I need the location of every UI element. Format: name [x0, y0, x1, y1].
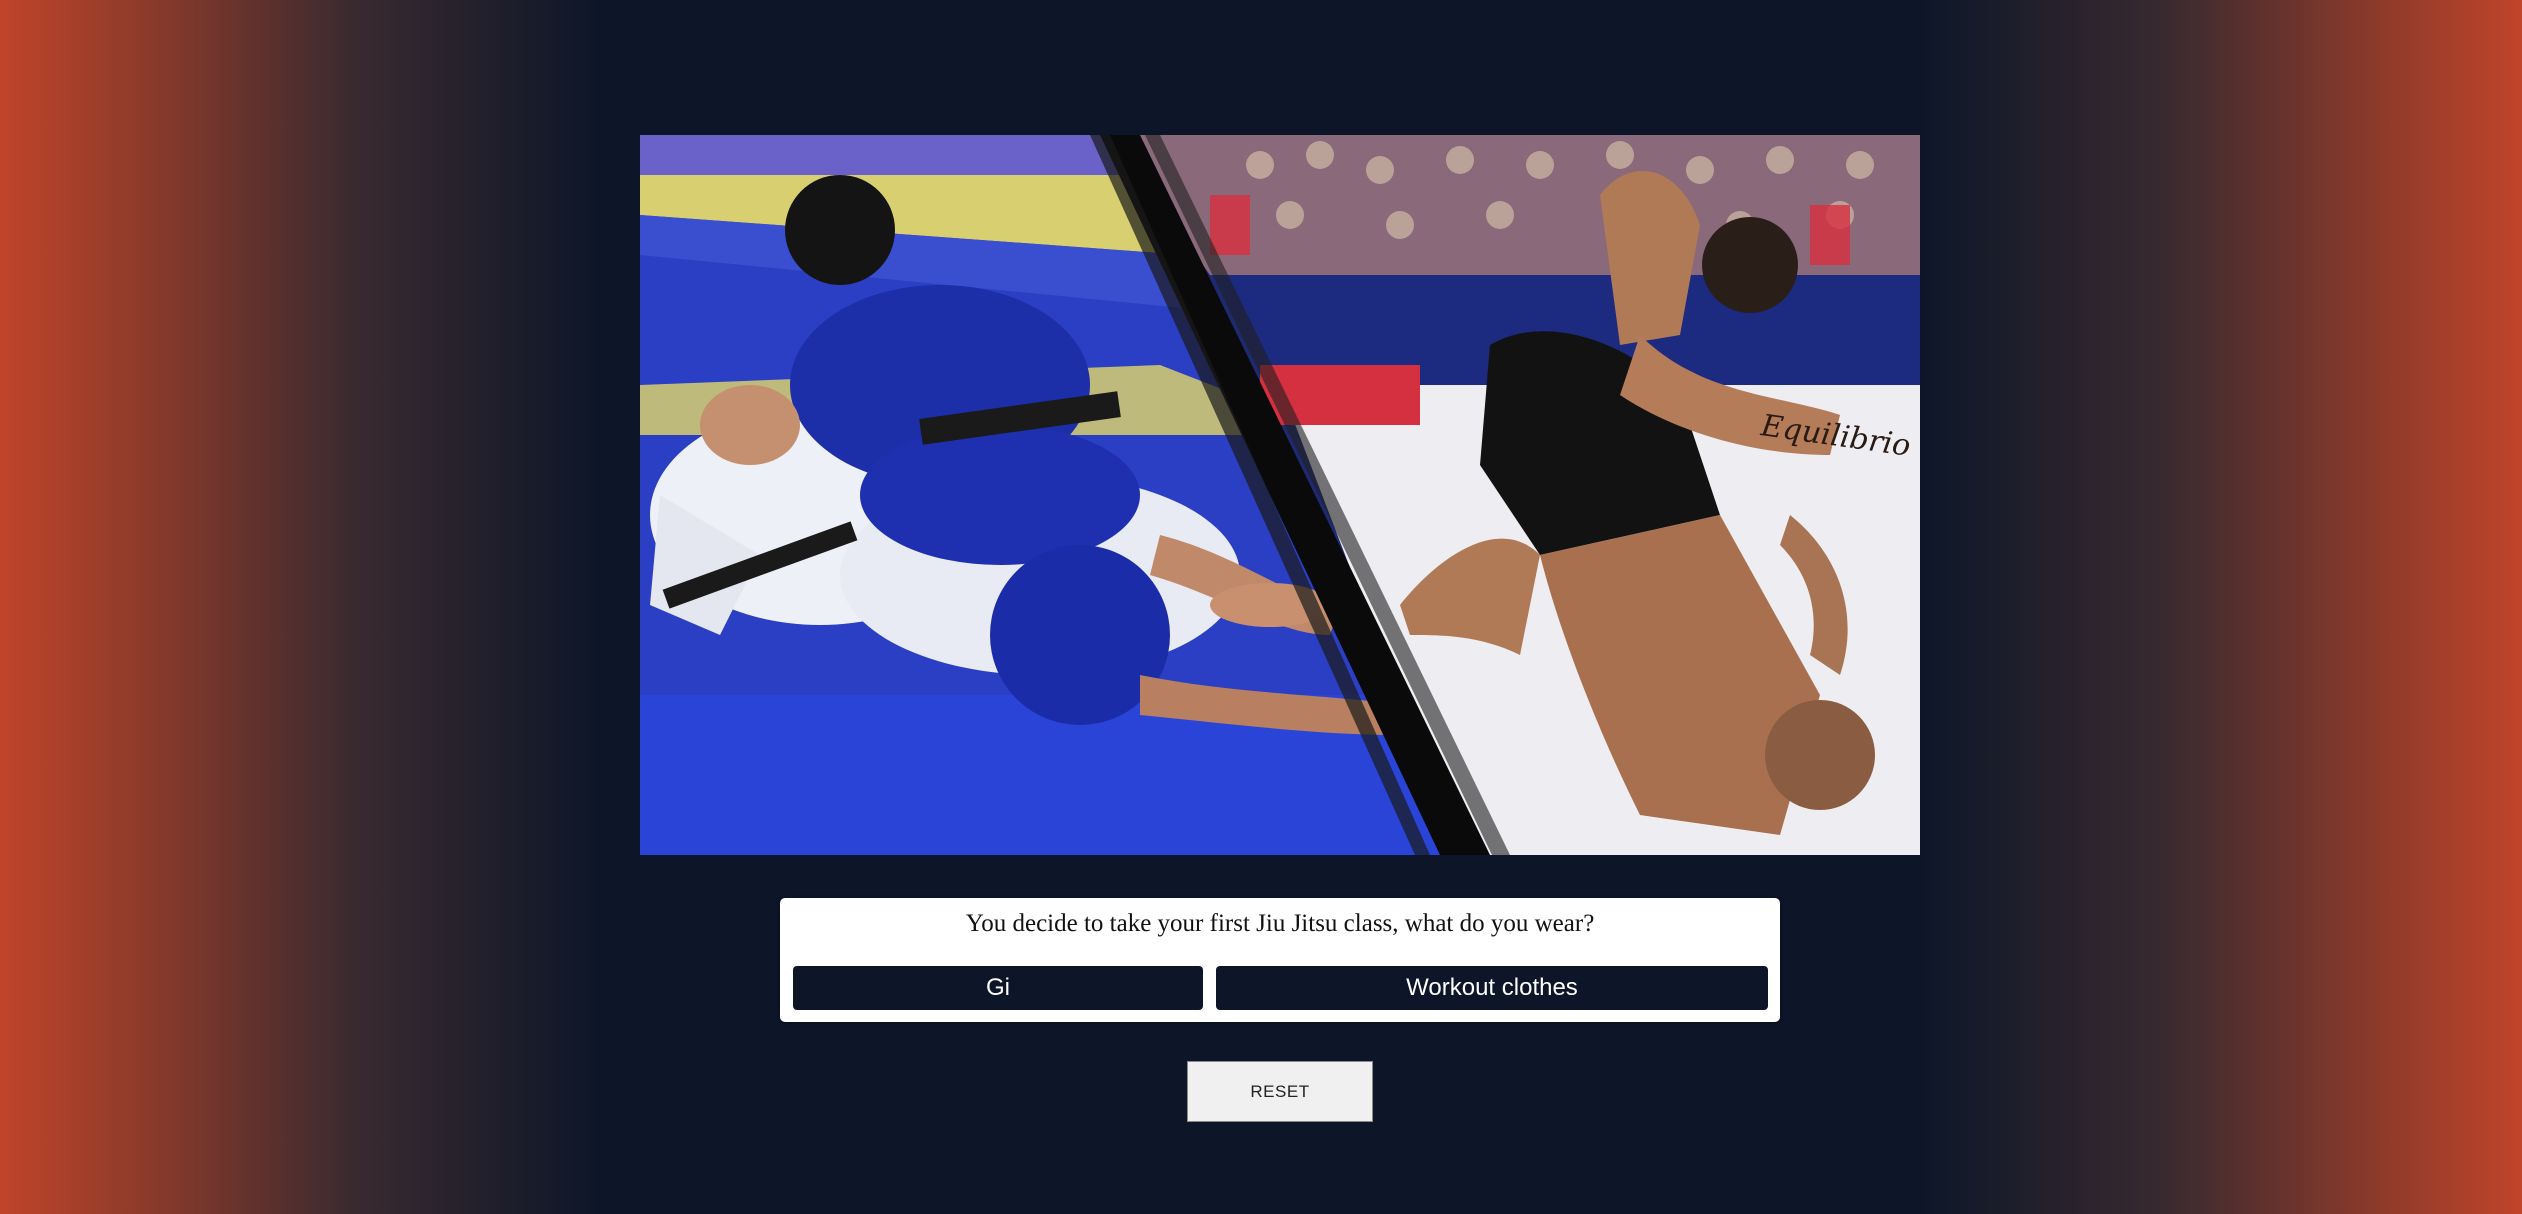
reset-button[interactable]: RESET — [1187, 1061, 1373, 1122]
choice-workout-clothes-button[interactable]: Workout clothes — [1216, 966, 1768, 1010]
hero-photo: Equilibrio — [640, 135, 1920, 855]
question-text: You decide to take your first Jiu Jitsu … — [965, 910, 1595, 937]
bjj-photo-icon: Equilibrio — [640, 135, 1920, 855]
question-card: You decide to take your first Jiu Jitsu … — [780, 898, 1780, 1022]
choice-gi-button[interactable]: Gi — [793, 966, 1203, 1010]
